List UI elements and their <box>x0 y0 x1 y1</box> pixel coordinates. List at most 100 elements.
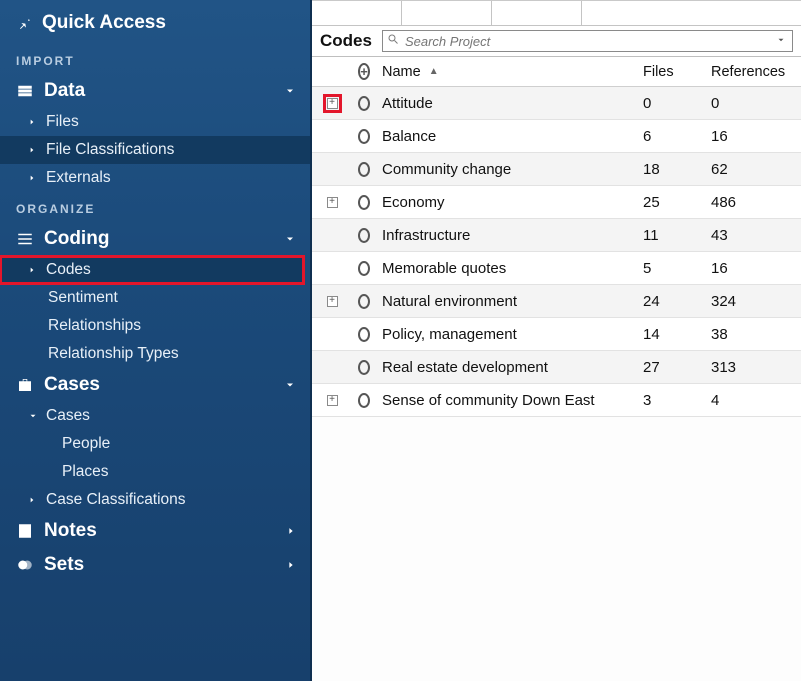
notes-group-header[interactable]: Notes <box>0 514 310 548</box>
tab[interactable] <box>492 1 582 25</box>
column-header-references[interactable]: References <box>705 64 801 80</box>
data-group-header[interactable]: Data <box>0 74 310 108</box>
expand-cell: + <box>312 131 352 142</box>
table-row[interactable]: +Balance616 <box>312 120 801 153</box>
code-name[interactable]: Sense of community Down East <box>376 392 637 409</box>
files-count: 11 <box>637 227 705 244</box>
code-name[interactable]: Balance <box>376 128 637 145</box>
references-count: 0 <box>705 95 801 112</box>
table-row[interactable]: +Community change1862 <box>312 153 801 186</box>
sidebar-item-relationship-types[interactable]: Relationship Types <box>0 340 310 368</box>
node-circle-icon <box>358 360 370 375</box>
node-marker-cell <box>352 96 376 111</box>
expand-cell: + <box>312 164 352 175</box>
list-icon <box>16 230 34 248</box>
chevron-down-icon <box>284 233 296 245</box>
sidebar-item-externals[interactable]: Externals <box>0 164 310 192</box>
data-group-label: Data <box>44 80 85 102</box>
sidebar-item-case-classifications[interactable]: Case Classifications <box>0 486 310 514</box>
sidebar-item-files[interactable]: Files <box>0 108 310 136</box>
table-row[interactable]: +Infrastructure1143 <box>312 219 801 252</box>
coding-group-header[interactable]: Coding <box>0 222 310 256</box>
code-name[interactable]: Attitude <box>376 95 637 112</box>
code-name[interactable]: Infrastructure <box>376 227 637 244</box>
expand-toggle[interactable]: + <box>327 98 338 109</box>
column-label: References <box>711 64 785 80</box>
code-name[interactable]: Community change <box>376 161 637 178</box>
sidebar-item-people[interactable]: People <box>0 430 310 458</box>
sidebar-item-sentiment[interactable]: Sentiment <box>0 284 310 312</box>
tab[interactable] <box>312 1 402 25</box>
pin-icon <box>16 15 32 31</box>
references-count: 313 <box>705 359 801 376</box>
node-circle-icon <box>358 129 370 144</box>
import-section-label: IMPORT <box>0 44 310 74</box>
tab[interactable] <box>402 1 492 25</box>
sidebar-item-label: Cases <box>46 407 90 425</box>
coding-group-label: Coding <box>44 228 109 250</box>
node-marker-cell <box>352 195 376 210</box>
chevron-right-icon <box>286 559 296 571</box>
files-count: 3 <box>637 392 705 409</box>
dropdown-caret-icon[interactable] <box>774 33 788 49</box>
sets-group-label: Sets <box>44 554 84 576</box>
codes-table-body: +Attitude00+Balance616+Community change1… <box>312 87 801 681</box>
code-name[interactable]: Memorable quotes <box>376 260 637 277</box>
table-row[interactable]: +Sense of community Down East34 <box>312 384 801 417</box>
add-node-button[interactable]: + <box>352 63 376 80</box>
node-circle-icon <box>358 162 370 177</box>
code-name[interactable]: Real estate development <box>376 359 637 376</box>
column-header-name[interactable]: Name ▲ <box>376 64 637 80</box>
table-row[interactable]: +Memorable quotes516 <box>312 252 801 285</box>
code-name[interactable]: Natural environment <box>376 293 637 310</box>
chevron-right-icon <box>28 117 38 127</box>
files-count: 6 <box>637 128 705 145</box>
sidebar-item-label: File Classifications <box>46 141 174 159</box>
chevron-right-icon <box>28 495 38 505</box>
quick-access-label: Quick Access <box>42 12 166 34</box>
table-row[interactable]: +Natural environment24324 <box>312 285 801 318</box>
chevron-down-icon <box>284 379 296 391</box>
table-row[interactable]: +Policy, management1438 <box>312 318 801 351</box>
code-name[interactable]: Economy <box>376 194 637 211</box>
expand-toggle[interactable]: + <box>327 197 338 208</box>
sidebar: Quick Access IMPORT Data Files File Clas… <box>0 0 312 681</box>
expand-toggle[interactable]: + <box>327 395 338 406</box>
expand-toggle[interactable]: + <box>327 296 338 307</box>
search-field[interactable] <box>382 30 793 52</box>
search-input[interactable] <box>399 34 774 49</box>
node-circle-icon <box>358 96 370 111</box>
node-circle-icon <box>358 261 370 276</box>
cases-group-label: Cases <box>44 374 100 396</box>
sidebar-item-label: Sentiment <box>48 289 118 307</box>
sidebar-item-codes[interactable]: Codes <box>0 256 304 284</box>
table-row[interactable]: +Economy25486 <box>312 186 801 219</box>
table-row[interactable]: +Attitude00 <box>312 87 801 120</box>
expand-cell: + <box>312 230 352 241</box>
sets-group-header[interactable]: Sets <box>0 548 310 582</box>
node-marker-cell <box>352 129 376 144</box>
database-icon <box>16 82 34 100</box>
expand-cell: + <box>312 362 352 373</box>
organize-section-label: ORGANIZE <box>0 192 310 222</box>
node-circle-icon <box>358 195 370 210</box>
expand-cell: + <box>312 197 352 208</box>
sidebar-item-relationships[interactable]: Relationships <box>0 312 310 340</box>
chevron-right-icon <box>28 173 38 183</box>
cases-group-header[interactable]: Cases <box>0 368 310 402</box>
files-count: 25 <box>637 194 705 211</box>
chevron-right-icon <box>28 145 38 155</box>
column-header-files[interactable]: Files <box>637 64 705 80</box>
sidebar-item-places[interactable]: Places <box>0 458 310 486</box>
sidebar-item-label: Case Classifications <box>46 491 186 509</box>
sidebar-item-file-classifications[interactable]: File Classifications <box>0 136 310 164</box>
code-name[interactable]: Policy, management <box>376 326 637 343</box>
note-icon <box>16 522 34 540</box>
references-count: 62 <box>705 161 801 178</box>
files-count: 5 <box>637 260 705 277</box>
notes-group-label: Notes <box>44 520 97 542</box>
table-row[interactable]: +Real estate development27313 <box>312 351 801 384</box>
quick-access-header[interactable]: Quick Access <box>0 4 310 44</box>
sidebar-item-cases-parent[interactable]: Cases <box>0 402 310 430</box>
node-marker-cell <box>352 393 376 408</box>
